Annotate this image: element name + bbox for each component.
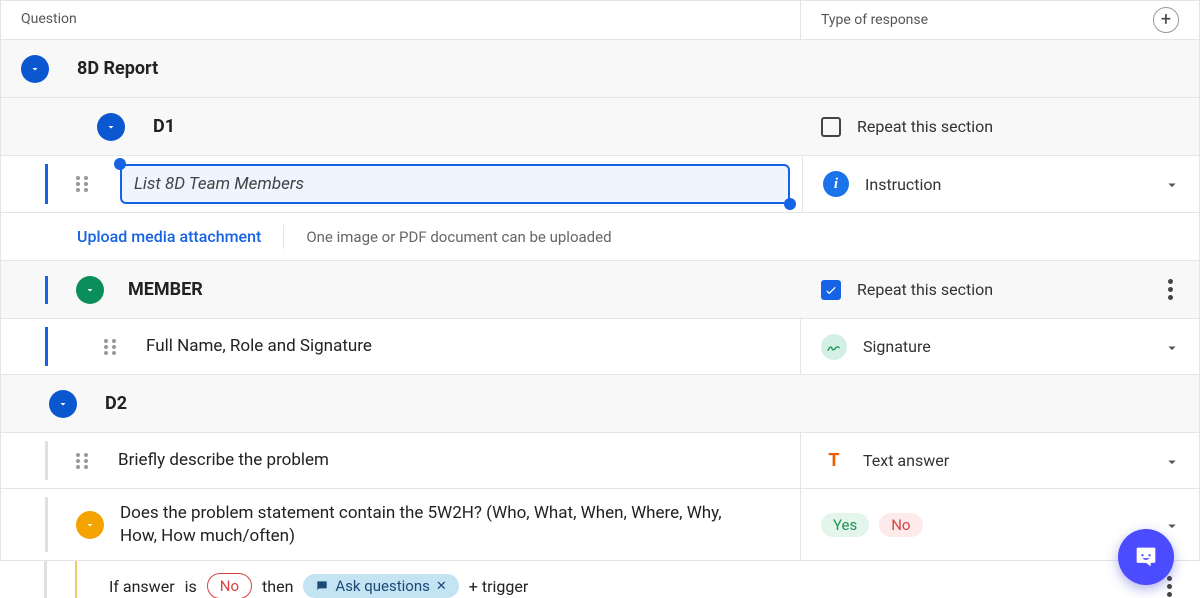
question-text: Briefly describe the problem: [118, 449, 329, 472]
question-row-describe-problem[interactable]: Briefly describe the problem T Text answ…: [0, 433, 1200, 489]
collapse-toggle[interactable]: [76, 511, 104, 539]
section-8d-report[interactable]: 8D Report: [0, 40, 1200, 98]
add-trigger-link[interactable]: + trigger: [469, 577, 528, 596]
section-title: D1: [153, 116, 175, 137]
remove-action-icon[interactable]: ✕: [436, 579, 447, 594]
section-member[interactable]: MEMBER Repeat this section: [0, 261, 1200, 319]
logic-condition-no[interactable]: No: [207, 573, 252, 598]
text-icon: T: [821, 448, 847, 474]
section-d1[interactable]: D1 Repeat this section: [0, 98, 1200, 156]
response-type-dropdown[interactable]: [1165, 518, 1179, 532]
logic-action-ask[interactable]: Ask questions ✕: [303, 574, 458, 598]
response-type-label: Instruction: [865, 175, 1165, 194]
logic-rule: If answer is No then Ask questions ✕ + t…: [109, 573, 1161, 598]
signature-icon: [821, 334, 847, 360]
response-type-dropdown[interactable]: [1165, 454, 1179, 468]
repeat-section-label: Repeat this section: [857, 117, 993, 136]
question-text: Does the problem statement contain the 5…: [120, 502, 760, 548]
drag-handle-icon[interactable]: [104, 339, 118, 355]
section-title: MEMBER: [128, 279, 203, 300]
collapse-toggle[interactable]: [21, 55, 49, 83]
section-title: D2: [105, 393, 127, 414]
collapse-toggle[interactable]: [49, 390, 77, 418]
divider: [283, 225, 284, 249]
header-type-col: Type of response +: [801, 1, 1199, 39]
option-no[interactable]: No: [879, 513, 922, 537]
logic-then: then: [262, 577, 293, 596]
response-type-label: Text answer: [863, 451, 1165, 470]
repeat-section-checkbox[interactable]: [821, 117, 841, 137]
response-type-dropdown[interactable]: [1165, 340, 1179, 354]
question-text[interactable]: List 8D Team Members: [120, 164, 790, 204]
instruction-icon: i: [823, 171, 849, 197]
repeat-section-label: Repeat this section: [857, 280, 993, 299]
header-type-label: Type of response: [821, 12, 928, 28]
more-options-icon[interactable]: [1162, 273, 1179, 306]
add-button[interactable]: +: [1153, 7, 1179, 33]
question-row-5w2h[interactable]: Does the problem statement contain the 5…: [0, 489, 1200, 561]
question-text: Full Name, Role and Signature: [146, 335, 372, 358]
repeat-section-checkbox[interactable]: [821, 280, 841, 300]
upload-hint: One image or PDF document can be uploade…: [306, 228, 611, 246]
collapse-toggle[interactable]: [97, 113, 125, 141]
section-d2[interactable]: D2: [0, 375, 1200, 433]
upload-media-row: Upload media attachment One image or PDF…: [0, 213, 1200, 261]
upload-media-link[interactable]: Upload media attachment: [77, 227, 261, 246]
section-title: 8D Report: [77, 58, 158, 79]
selection-handle[interactable]: [114, 158, 126, 170]
drag-handle-icon[interactable]: [76, 176, 90, 192]
drag-handle-icon[interactable]: [76, 453, 90, 469]
chat-fab[interactable]: [1118, 529, 1174, 585]
question-row-team-members[interactable]: List 8D Team Members i Instruction: [0, 156, 1200, 213]
logic-if: If answer: [109, 577, 175, 596]
logic-is: is: [185, 577, 197, 596]
response-type-dropdown[interactable]: [1165, 177, 1179, 191]
header-question-col: Question: [1, 1, 801, 39]
selection-handle[interactable]: [784, 198, 796, 210]
response-type-label: Signature: [863, 337, 1165, 356]
option-yes[interactable]: Yes: [821, 513, 869, 537]
question-input[interactable]: List 8D Team Members: [120, 164, 790, 204]
question-row-fullname[interactable]: Full Name, Role and Signature Signature: [0, 319, 1200, 375]
collapse-toggle[interactable]: [76, 276, 104, 304]
